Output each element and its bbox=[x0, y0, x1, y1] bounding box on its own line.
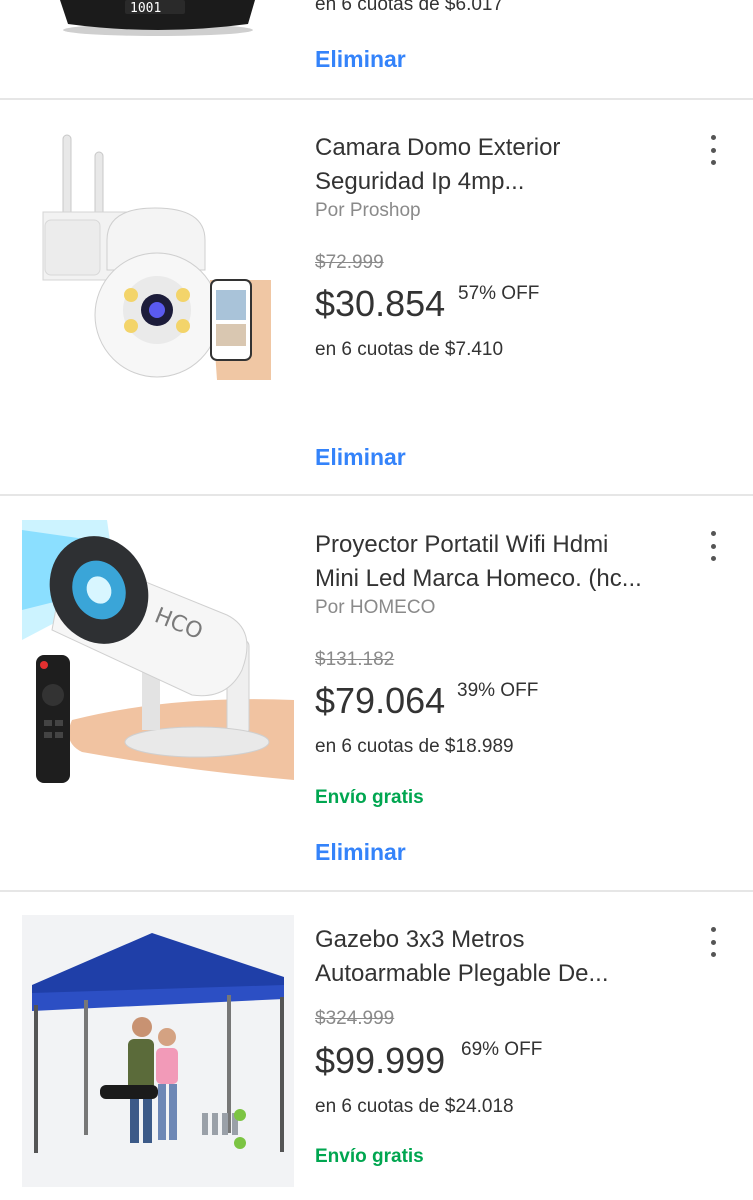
divider bbox=[0, 890, 753, 892]
title-line: Autoarmable Plegable De... bbox=[315, 960, 609, 987]
seller-text: Por Proshop bbox=[315, 200, 421, 221]
installments-text: en 6 cuotas de $7.410 bbox=[315, 339, 504, 360]
more-vertical-icon bbox=[710, 952, 716, 957]
more-options-button[interactable] bbox=[700, 925, 726, 959]
free-shipping-label: Envío gratis bbox=[315, 1146, 424, 1167]
svg-text:1001: 1001 bbox=[130, 1, 161, 16]
installments-text: en 6 cuotas de $6.017 bbox=[315, 0, 504, 15]
title-line: Mini Led Marca Homeco. (hc... bbox=[315, 565, 642, 592]
title-line: Gazebo 3x3 Metros bbox=[315, 926, 525, 953]
remove-button[interactable]: Eliminar bbox=[315, 444, 406, 471]
more-vertical-icon bbox=[710, 160, 716, 165]
title-line: Camara Domo Exterior bbox=[315, 134, 561, 161]
remove-button[interactable]: Eliminar bbox=[315, 839, 406, 866]
more-vertical-icon bbox=[710, 939, 716, 945]
discount-badge: 57% OFF bbox=[458, 283, 540, 304]
more-vertical-icon bbox=[710, 135, 716, 140]
discount-badge: 39% OFF bbox=[457, 680, 539, 701]
seller-text: Por HOMECO bbox=[315, 597, 436, 618]
product-title[interactable]: Gazebo 3x3 Metros Autoarmable Plegable D… bbox=[315, 923, 675, 991]
title-line: Seguridad Ip 4mp... bbox=[315, 168, 525, 195]
more-vertical-icon bbox=[710, 543, 716, 549]
installments-text: en 6 cuotas de $24.018 bbox=[315, 1096, 514, 1117]
more-options-button[interactable] bbox=[700, 529, 726, 563]
remove-button[interactable]: Eliminar bbox=[315, 46, 406, 73]
original-price: $131.182 bbox=[315, 649, 395, 670]
product-thumbnail-gazebo[interactable] bbox=[22, 915, 294, 1187]
free-shipping-label: Envío gratis bbox=[315, 787, 424, 808]
current-price: $99.999 bbox=[315, 1040, 446, 1081]
more-vertical-icon bbox=[710, 556, 716, 561]
original-price: $72.999 bbox=[315, 252, 384, 273]
product-title[interactable]: Proyector Portatil Wifi Hdmi Mini Led Ma… bbox=[315, 528, 675, 596]
more-options-button[interactable] bbox=[700, 133, 726, 167]
product-thumbnail-speaker[interactable]: 1001 bbox=[50, 0, 265, 40]
product-thumbnail-projector[interactable]: HCO bbox=[22, 520, 294, 790]
divider bbox=[0, 494, 753, 496]
product-thumbnail-camera[interactable] bbox=[35, 130, 275, 385]
original-price: $324.999 bbox=[315, 1008, 395, 1029]
more-vertical-icon bbox=[710, 147, 716, 153]
installments-text: en 6 cuotas de $18.989 bbox=[315, 736, 514, 757]
divider bbox=[0, 98, 753, 100]
title-line: Proyector Portatil Wifi Hdmi bbox=[315, 531, 609, 558]
current-price: $79.064 bbox=[315, 680, 446, 721]
more-vertical-icon bbox=[710, 531, 716, 536]
current-price: $30.854 bbox=[315, 283, 446, 324]
discount-badge: 69% OFF bbox=[461, 1039, 543, 1060]
product-title[interactable]: Camara Domo Exterior Seguridad Ip 4mp... bbox=[315, 131, 675, 199]
more-vertical-icon bbox=[710, 927, 716, 932]
